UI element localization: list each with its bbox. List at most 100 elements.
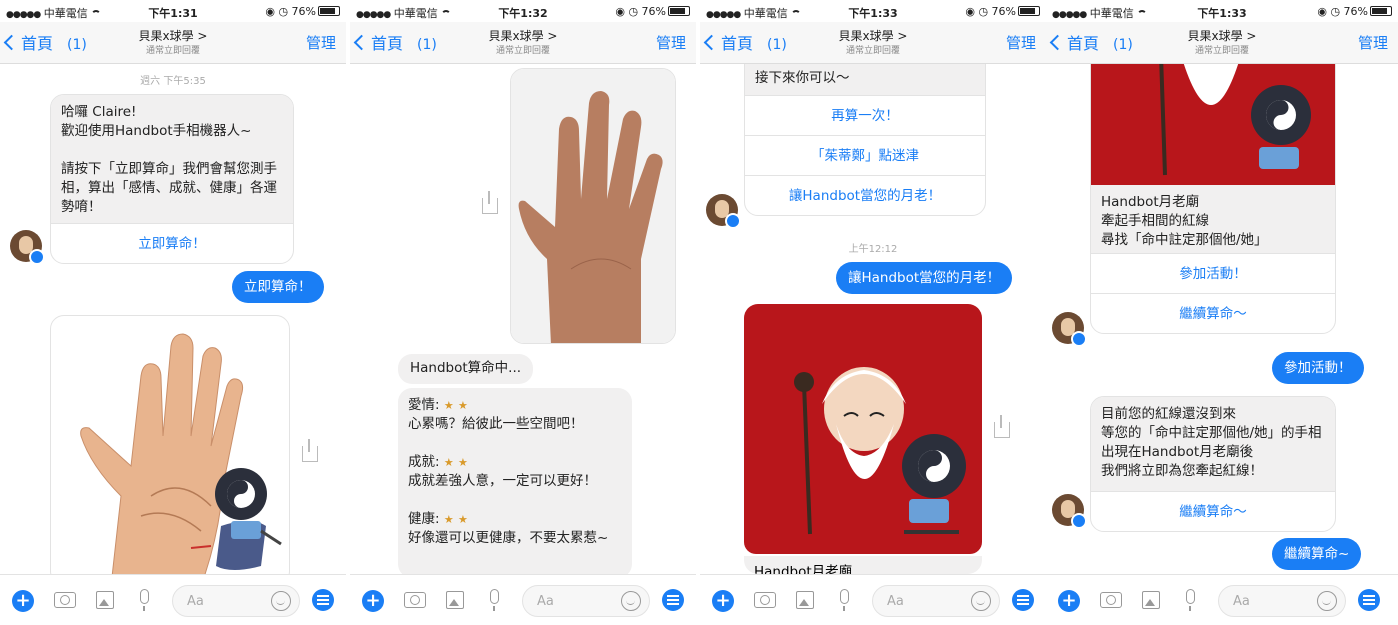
battery-percent: 76% bbox=[991, 5, 1016, 18]
status-bar: ●●●●● 中華電信 下午1:32 ◉ ◷ 76% bbox=[350, 0, 696, 22]
alarm-icon: ◉ ◷ bbox=[965, 5, 989, 18]
bot-avatar bbox=[10, 230, 45, 265]
battery-percent: 76% bbox=[291, 5, 316, 18]
screenshot-collage: ●●●●● 中華電信 下午1:31 ◉ ◷ 76% 首頁 (1) 貝果x球學 > … bbox=[0, 0, 1398, 625]
plus-icon[interactable]: + bbox=[712, 590, 734, 612]
share-icon[interactable] bbox=[482, 191, 498, 214]
microphone-icon[interactable] bbox=[140, 589, 149, 611]
plus-icon[interactable]: + bbox=[1058, 590, 1080, 612]
moon-elder-illustration bbox=[744, 304, 982, 554]
message-list[interactable]: Handbot算命中... 愛情: ★ ★ 心累嗎？給彼此一些空間吧！ 成就: … bbox=[350, 64, 696, 574]
compose-toolbar: + Aa bbox=[700, 574, 1046, 625]
bot-avatar bbox=[706, 194, 741, 229]
user-message: 立即算命！ bbox=[232, 271, 324, 303]
plus-icon[interactable]: + bbox=[12, 590, 34, 612]
manage-button[interactable]: 管理 bbox=[1358, 32, 1388, 53]
alarm-icon: ◉ ◷ bbox=[265, 5, 289, 18]
fortune-now-button[interactable]: 立即算命！ bbox=[51, 223, 293, 263]
image-icon[interactable] bbox=[96, 591, 114, 609]
menu-icon[interactable] bbox=[312, 589, 334, 611]
join-event-button[interactable]: 參加活動！ bbox=[1091, 253, 1335, 293]
message-list[interactable]: 接下來你可以～ 再算一次！ 「茱蒂鄭」點迷津 讓Handbot當您的月老！ 上午… bbox=[700, 64, 1046, 574]
share-icon[interactable] bbox=[994, 415, 1010, 438]
camera-icon[interactable] bbox=[1100, 592, 1122, 608]
emoji-icon[interactable] bbox=[1317, 591, 1337, 611]
message-list[interactable]: 週六 下午5:35 哈囉 Claire! 歡迎使用Handbot手相機器人~ 請… bbox=[0, 64, 346, 574]
status-bar: ●●●●● 中華電信 下午1:31 ◉ ◷ 76% bbox=[0, 0, 346, 22]
options-header: 接下來你可以～ bbox=[745, 64, 985, 95]
chat-subtitle: 通常立即回覆 bbox=[495, 46, 550, 56]
image-icon[interactable] bbox=[446, 591, 464, 609]
microphone-icon[interactable] bbox=[1186, 589, 1195, 611]
user-message: 讓Handbot當您的月老！ bbox=[836, 262, 1013, 294]
compose-toolbar: + Aa bbox=[0, 574, 346, 625]
camera-icon[interactable] bbox=[404, 592, 426, 608]
retry-button[interactable]: 再算一次！ bbox=[745, 95, 985, 135]
chat-header: 首頁 (1) 貝果x球學 > 通常立即回覆 管理 bbox=[0, 22, 346, 64]
phone-screen-2: ●●●●● 中華電信 下午1:32 ◉ ◷ 76% 首頁 (1) 貝果x球學 > … bbox=[350, 0, 696, 625]
battery-icon bbox=[1370, 6, 1392, 16]
chat-title[interactable]: 貝果x球學 > bbox=[700, 27, 1046, 44]
manage-button[interactable]: 管理 bbox=[656, 32, 686, 53]
user-message: 繼續算命~ bbox=[1272, 538, 1362, 570]
chat-subtitle: 通常立即回覆 bbox=[1194, 46, 1249, 56]
hand-photo-image bbox=[511, 69, 675, 343]
camera-icon[interactable] bbox=[754, 592, 776, 608]
continue-fortune-button[interactable]: 繼續算命～ bbox=[1091, 293, 1335, 333]
chat-title[interactable]: 貝果x球學 > bbox=[0, 27, 346, 44]
chat-header: 首頁 (1) 貝果x球學 > 通常立即回覆 管理 bbox=[1046, 22, 1398, 64]
camera-icon[interactable] bbox=[54, 592, 76, 608]
success-result: 成就差強人意，一定可以更好！ bbox=[408, 473, 597, 489]
share-icon[interactable] bbox=[302, 439, 318, 462]
microphone-icon[interactable] bbox=[840, 589, 849, 611]
alarm-icon: ◉ ◷ bbox=[1317, 5, 1341, 18]
love-result: 心累嗎？給彼此一些空間吧！ bbox=[408, 416, 584, 432]
star-icon: ★ bbox=[458, 456, 468, 469]
message-input[interactable]: Aa bbox=[872, 585, 1000, 617]
menu-icon[interactable] bbox=[1358, 589, 1380, 611]
status-bar: ●●●●● 中華電信 下午1:33 ◉ ◷ 76% bbox=[1046, 0, 1398, 22]
compose-toolbar: + Aa bbox=[350, 574, 696, 625]
emoji-icon[interactable] bbox=[621, 591, 641, 611]
phone-screen-3: ●●●●● 中華電信 下午1:33 ◉ ◷ 76% 首頁 (1) 貝果x球學 > … bbox=[700, 0, 1046, 625]
plus-icon[interactable]: + bbox=[362, 590, 384, 612]
battery-percent: 76% bbox=[1343, 5, 1368, 18]
emoji-icon[interactable] bbox=[971, 591, 991, 611]
manage-button[interactable]: 管理 bbox=[1006, 32, 1036, 53]
chat-subtitle: 通常立即回覆 bbox=[845, 46, 900, 56]
welcome-text: 哈囉 Claire! 歡迎使用Handbot手相機器人~ 請按下「立即算命」我們… bbox=[51, 95, 293, 223]
message-input[interactable]: Aa bbox=[172, 585, 300, 617]
chat-title[interactable]: 貝果x球學 > bbox=[1046, 27, 1398, 44]
menu-icon[interactable] bbox=[662, 589, 684, 611]
continue-fortune-button[interactable]: 繼續算命～ bbox=[1091, 491, 1335, 531]
star-icon: ★ bbox=[458, 399, 468, 412]
menu-icon[interactable] bbox=[1012, 589, 1034, 611]
hand-robot-image[interactable] bbox=[50, 315, 290, 574]
emoji-icon[interactable] bbox=[271, 591, 291, 611]
message-list[interactable]: Handbot月老廟 牽起手相間的紅線 尋找「命中註定那個他/她」 參加活動！ … bbox=[1046, 64, 1398, 574]
timestamp: 上午12:12 bbox=[848, 244, 898, 255]
temple-card[interactable]: Handbot月老廟 bbox=[744, 304, 982, 574]
star-icon: ★ bbox=[443, 456, 454, 469]
microphone-icon[interactable] bbox=[490, 589, 499, 611]
chat-title[interactable]: 貝果x球學 > bbox=[350, 27, 696, 44]
timestamp: 週六 下午5:35 bbox=[140, 76, 206, 87]
moon-elder-illustration bbox=[1091, 64, 1335, 185]
ask-judy-button[interactable]: 「茱蒂鄭」點迷津 bbox=[745, 135, 985, 175]
star-icon: ★ bbox=[443, 513, 454, 526]
hand-photo[interactable] bbox=[510, 68, 676, 344]
image-icon[interactable] bbox=[796, 591, 814, 609]
message-input[interactable]: Aa bbox=[1218, 585, 1346, 617]
manage-button[interactable]: 管理 bbox=[306, 32, 336, 53]
phone-screen-4: ●●●●● 中華電信 下午1:33 ◉ ◷ 76% 首頁 (1) 貝果x球學 > … bbox=[1046, 0, 1398, 625]
options-card: 接下來你可以～ 再算一次！ 「茱蒂鄭」點迷津 讓Handbot當您的月老！ bbox=[744, 64, 986, 216]
message-input[interactable]: Aa bbox=[522, 585, 650, 617]
battery-percent: 76% bbox=[641, 5, 666, 18]
image-icon[interactable] bbox=[1142, 591, 1160, 609]
processing-message: Handbot算命中... bbox=[398, 354, 534, 384]
star-icon: ★ bbox=[443, 399, 454, 412]
compose-toolbar: + Aa bbox=[1046, 574, 1398, 625]
matchmaker-button[interactable]: 讓Handbot當您的月老！ bbox=[745, 175, 985, 215]
temple-card: Handbot月老廟 牽起手相間的紅線 尋找「命中註定那個他/她」 參加活動！ … bbox=[1090, 64, 1336, 334]
battery-icon bbox=[668, 6, 690, 16]
